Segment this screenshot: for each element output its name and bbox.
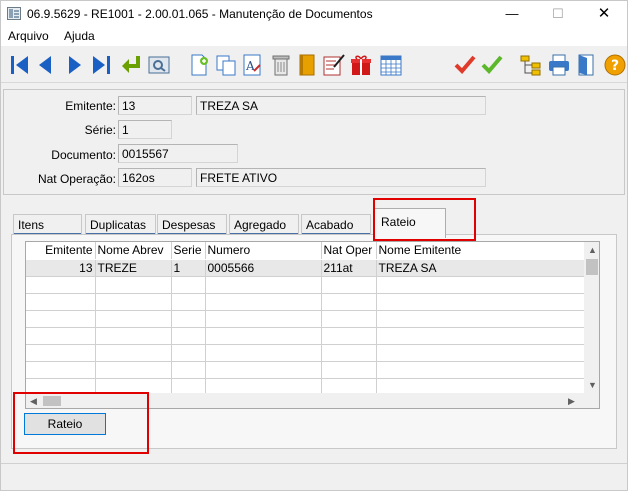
toolbar: A ?	[1, 47, 627, 83]
col-nome-abrev[interactable]: Nome Abrev	[95, 242, 172, 260]
search-icon[interactable]	[147, 53, 171, 77]
tab-agregado[interactable]: Agregado	[229, 214, 299, 236]
edit-text-icon[interactable]: A	[241, 53, 265, 77]
emitente-code-field[interactable]: 13	[118, 96, 192, 115]
tab-duplicatas-label: Duplicatas	[90, 218, 147, 232]
menu-arquivo[interactable]: Arquivo	[8, 29, 49, 43]
svg-text:A: A	[245, 59, 255, 73]
tab-itens[interactable]: Itens	[13, 214, 82, 236]
menu-bar: Arquivo Ajuda	[1, 27, 627, 46]
tab-acabado-label: Acabado	[306, 218, 354, 232]
emitente-label: Emitente:	[65, 99, 116, 113]
print-icon[interactable]	[547, 53, 571, 77]
vertical-scroll-thumb[interactable]	[586, 259, 598, 275]
rateio-grid[interactable]: Emitente Nome Abrev Serie Numero Nat Ope…	[25, 241, 600, 409]
main-window: 06.9.5629 - RE1001 - 2.00.01.065 - Manut…	[0, 0, 628, 491]
empty-row	[26, 344, 585, 362]
rateio-table: Emitente Nome Abrev Serie Numero Nat Ope…	[26, 242, 585, 396]
ok-icon[interactable]	[480, 53, 504, 77]
tab-itens-label: Itens	[18, 218, 45, 232]
svg-text:?: ?	[611, 58, 619, 74]
last-record-icon[interactable]	[89, 53, 113, 77]
scroll-up-icon[interactable]: ▲	[588, 245, 597, 255]
scroll-down-icon[interactable]: ▼	[588, 380, 597, 390]
tab-agregado-label: Agregado	[234, 218, 287, 232]
documento-label: Documento:	[51, 148, 116, 162]
table-row[interactable]: 13 TREZE 1 0005566 211at TREZA SA	[26, 259, 585, 277]
minimize-button[interactable]: —	[489, 1, 535, 27]
cell-nome-abrev: TREZE	[95, 259, 172, 277]
confirm-icon[interactable]	[453, 53, 477, 77]
cell-emitente: 13	[26, 259, 96, 277]
serie-label: Série:	[84, 123, 116, 137]
highlight-box-button	[13, 392, 149, 454]
next-record-icon[interactable]	[62, 53, 86, 77]
empty-row	[26, 361, 585, 379]
window-title: 06.9.5629 - RE1001 - 2.00.01.065 - Manut…	[27, 7, 373, 21]
status-bar	[1, 463, 627, 490]
tab-despesas-label: Despesas	[162, 218, 216, 232]
col-nome-emitente[interactable]: Nome Emitente	[376, 242, 585, 260]
nat-operacao-desc-field[interactable]: FRETE ATIVO	[196, 168, 486, 187]
empty-row	[26, 310, 585, 328]
grid-header-row: Emitente Nome Abrev Serie Numero Nat Ope…	[26, 242, 585, 260]
title-bar: 06.9.5629 - RE1001 - 2.00.01.065 - Manut…	[1, 1, 627, 27]
cell-serie: 1	[171, 259, 206, 277]
menu-ajuda[interactable]: Ajuda	[64, 29, 95, 43]
copy-icon[interactable]	[214, 53, 238, 77]
empty-row	[26, 276, 585, 294]
empty-row	[26, 327, 585, 345]
go-to-icon[interactable]	[119, 53, 143, 77]
close-button[interactable]: ✕	[581, 1, 627, 27]
empty-row	[26, 293, 585, 311]
documento-field[interactable]: 0015567	[118, 144, 238, 163]
serie-field[interactable]: 1	[118, 120, 172, 139]
vertical-scrollbar[interactable]: ▲ ▼	[584, 242, 599, 393]
col-emitente[interactable]: Emitente	[26, 242, 96, 260]
maximize-button[interactable]: ☐	[535, 1, 581, 27]
exit-icon[interactable]	[575, 53, 599, 77]
nat-operacao-code-field[interactable]: 162os	[118, 168, 192, 187]
emitente-name-field[interactable]: TREZA SA	[196, 96, 486, 115]
tree-icon[interactable]	[519, 53, 543, 77]
new-document-icon[interactable]	[187, 53, 211, 77]
notes-icon[interactable]	[322, 53, 346, 77]
col-serie[interactable]: Serie	[171, 242, 206, 260]
col-nat-oper[interactable]: Nat Oper	[321, 242, 377, 260]
col-numero[interactable]: Numero	[205, 242, 322, 260]
app-icon	[7, 7, 21, 20]
book-icon[interactable]	[295, 53, 319, 77]
tab-despesas[interactable]: Despesas	[157, 214, 227, 236]
tab-duplicatas[interactable]: Duplicatas	[85, 214, 156, 236]
tab-acabado[interactable]: Acabado	[301, 214, 371, 236]
cell-nome-emitente: TREZA SA	[376, 259, 585, 277]
help-icon[interactable]: ?	[603, 53, 627, 77]
delete-icon[interactable]	[269, 53, 293, 77]
nat-operacao-label: Nat Operação:	[37, 172, 116, 186]
cell-nat-oper: 211at	[321, 259, 377, 277]
gift-icon[interactable]	[349, 53, 373, 77]
previous-record-icon[interactable]	[34, 53, 58, 77]
calendar-icon[interactable]	[379, 53, 403, 77]
scroll-right-icon[interactable]: ▶	[568, 396, 575, 406]
highlight-box-tab	[373, 198, 476, 241]
first-record-icon[interactable]	[8, 53, 32, 77]
cell-numero: 0005566	[205, 259, 322, 277]
